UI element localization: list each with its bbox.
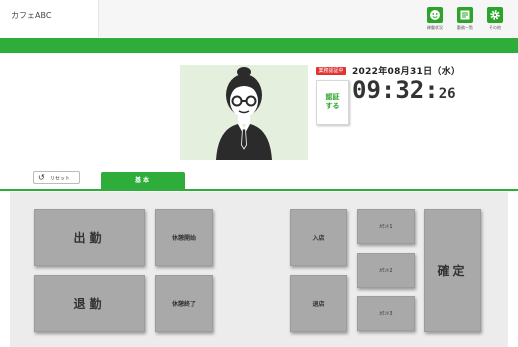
staff-status-label: 稼働状況 (427, 25, 443, 30)
confirm-button[interactable]: 確定 (424, 209, 481, 332)
clock-in-button[interactable]: 出勤 (34, 209, 145, 266)
other-settings-button[interactable]: その他 (484, 7, 506, 30)
staff-icon (427, 7, 443, 23)
count3-button[interactable]: ｶｳﾝﾄ3 (357, 296, 415, 331)
clock-out-button[interactable]: 退勤 (34, 275, 145, 332)
count2-button[interactable]: ｶｳﾝﾄ2 (357, 253, 415, 288)
reset-icon: ↺ (38, 173, 45, 182)
count1-button[interactable]: ｶｳﾝﾄ1 (357, 209, 415, 244)
auth-status-badge: 業務認証中 (316, 67, 346, 75)
tab-underline (0, 189, 518, 191)
accent-band (0, 38, 518, 53)
other-settings-label: その他 (489, 25, 501, 30)
list-icon (457, 7, 473, 23)
top-bar: カフェABC 稼働状況 勤務一覧 その他 (0, 0, 518, 37)
tab-basic[interactable]: 基本 (101, 172, 185, 189)
staff-photo (180, 65, 308, 160)
staff-status-button[interactable]: 稼働状況 (424, 7, 446, 30)
action-panel: 出勤 退勤 休憩開始 休憩終了 入店 退店 ｶｳﾝﾄ1 ｶｳﾝﾄ2 ｶｳﾝﾄ3 … (10, 192, 508, 347)
store-name: カフェABC (11, 11, 52, 20)
reset-label: リセット (50, 176, 71, 182)
break-start-button[interactable]: 休憩開始 (155, 209, 213, 266)
store-tab[interactable]: カフェABC (0, 0, 99, 37)
person-avatar-icon (216, 67, 272, 160)
time-seconds: 26 (438, 86, 456, 102)
work-list-label: 勤務一覧 (457, 25, 473, 30)
enter-store-button[interactable]: 入店 (290, 209, 347, 266)
authenticate-button[interactable]: 認証 する (316, 80, 349, 125)
work-list-button[interactable]: 勤務一覧 (454, 7, 476, 30)
settings-icon (487, 7, 503, 23)
time-hour-minute: 09:32: (352, 76, 439, 104)
reset-button[interactable]: ↺ リセット (33, 171, 80, 184)
authenticate-label-line1: 認証 (325, 93, 340, 101)
leave-store-button[interactable]: 退店 (290, 275, 347, 332)
break-end-button[interactable]: 休憩終了 (155, 275, 213, 332)
current-time: 09:32:26 (352, 76, 456, 104)
authenticate-label-line2: する (325, 102, 340, 110)
